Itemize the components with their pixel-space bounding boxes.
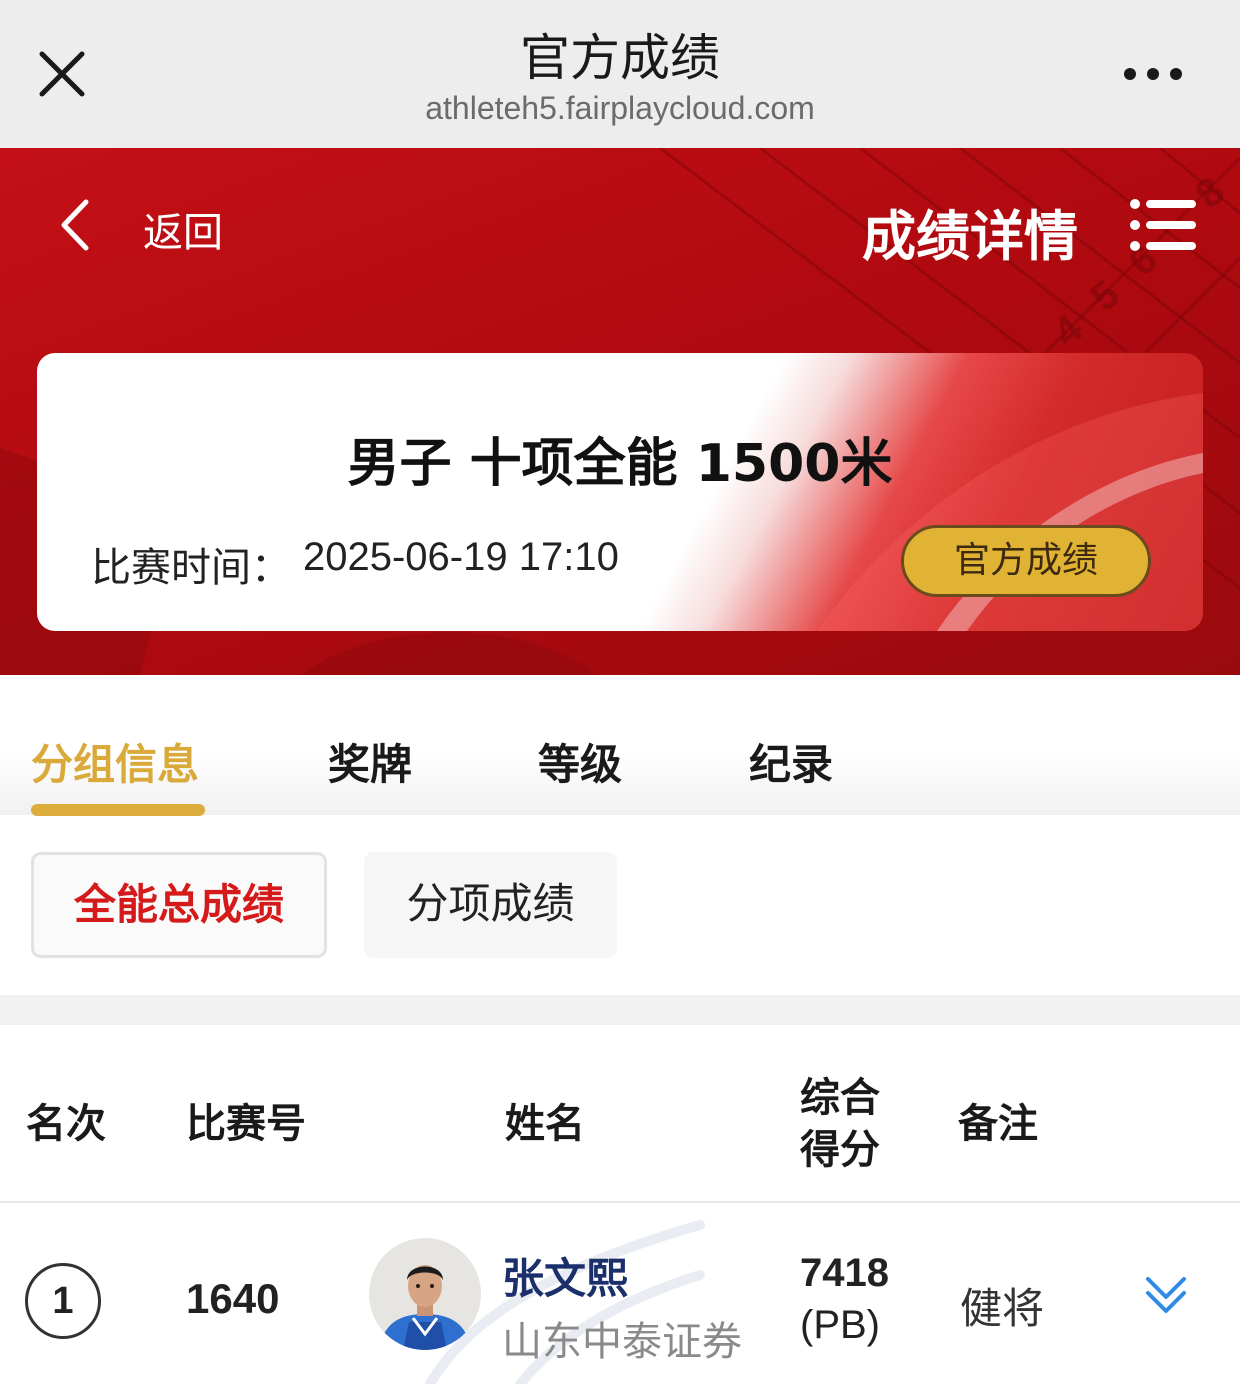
table-row[interactable]: 1 1640 张文熙 山东中泰证券 7418 (PB) 健将 bbox=[0, 1205, 1240, 1384]
athlete-team: 山东中泰证券 bbox=[502, 1319, 742, 1365]
tab-grade[interactable]: 等级 bbox=[538, 731, 622, 792]
rank-badge: 1 bbox=[25, 1263, 101, 1339]
official-result-badge[interactable]: 官方成绩 bbox=[901, 525, 1151, 597]
webview-title: 官方成绩 bbox=[520, 29, 720, 87]
athlete-avatar[interactable] bbox=[369, 1238, 481, 1350]
tab-medals[interactable]: 奖牌 bbox=[328, 731, 412, 792]
more-dots-icon[interactable] bbox=[1120, 54, 1190, 94]
section-divider bbox=[0, 995, 1240, 1025]
remark-text: 健将 bbox=[960, 1284, 1045, 1333]
column-header-bib: 比赛号 bbox=[186, 1101, 306, 1147]
column-header-remark: 备注 bbox=[958, 1101, 1038, 1147]
column-header-score-line1: 综合 bbox=[800, 1075, 880, 1121]
double-chevron-down-icon[interactable] bbox=[1142, 1271, 1190, 1319]
combined-score: 7418 bbox=[800, 1251, 889, 1295]
tab-records[interactable]: 纪录 bbox=[749, 731, 833, 792]
chevron-left-icon[interactable] bbox=[56, 196, 100, 254]
event-time-value: 2025-06-19 17:10 bbox=[303, 535, 619, 579]
athlete-name[interactable]: 张文熙 bbox=[502, 1245, 628, 1306]
tab-group-info[interactable]: 分组信息 bbox=[31, 731, 199, 792]
page-title: 成绩详情 bbox=[862, 205, 1078, 268]
tab-bar: 分组信息 奖牌 等级 纪录 bbox=[0, 675, 1240, 816]
event-name: 男子 十项全能 1500米 bbox=[347, 434, 893, 494]
column-header-rank: 名次 bbox=[26, 1101, 106, 1147]
tab-active-indicator bbox=[31, 804, 205, 816]
event-time-label: 比赛时间： bbox=[91, 545, 291, 591]
subtab-combined-total[interactable]: 全能总成绩 bbox=[31, 852, 327, 958]
header-banner: 4 5 6 8 返回 成绩详情 男子 十项全能 1500米 比赛时间： 2025… bbox=[0, 148, 1240, 675]
column-header-name: 姓名 bbox=[505, 1101, 585, 1147]
back-button[interactable]: 返回 bbox=[143, 200, 223, 258]
column-header-score-line2: 得分 bbox=[800, 1127, 880, 1173]
event-card: 男子 十项全能 1500米 比赛时间： 2025-06-19 17:10 官方成… bbox=[37, 353, 1203, 631]
score-note: (PB) bbox=[800, 1303, 880, 1347]
table-header: 名次 比赛号 姓名 综合 得分 备注 bbox=[0, 1025, 1240, 1203]
webview-url: athleteh5.fairplaycloud.com bbox=[425, 90, 815, 126]
bib-number: 1640 bbox=[186, 1275, 280, 1322]
subtab-individual-events[interactable]: 分项成绩 bbox=[364, 852, 617, 958]
webview-topbar: 官方成绩 athleteh5.fairplaycloud.com bbox=[0, 0, 1240, 148]
list-menu-icon[interactable] bbox=[1128, 196, 1198, 254]
